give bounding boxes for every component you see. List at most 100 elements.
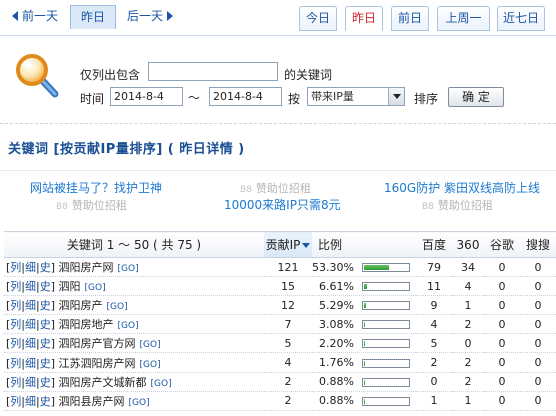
list-link[interactable]: 列 [10,337,21,350]
sogou-cell: 0 [520,352,556,373]
col-ratio-label: 比例 [318,238,343,252]
360-cell: 1 [452,295,484,316]
ratio-bar [362,301,410,311]
next-day-link[interactable]: 后一天 [127,6,174,28]
tab-yesterday[interactable]: 昨日 [345,6,383,31]
ratio-bar-fill [364,398,365,404]
col-sogou-header[interactable]: 搜搜 [520,231,556,258]
history-link[interactable]: 史 [40,261,51,274]
go-link[interactable]: [GO] [107,302,128,312]
confirm-button[interactable]: 确 定 [448,87,504,107]
go-link[interactable]: [GO] [151,379,172,389]
history-link[interactable]: 史 [40,395,51,408]
history-link[interactable]: 史 [40,376,51,389]
ad-placeholder-2-text: 赞助位招租 [71,199,127,212]
go-link[interactable]: [GO] [140,340,161,350]
ratio-bar-fill [364,341,365,347]
detail-link[interactable]: 细 [25,261,36,274]
tab-last-week[interactable]: 上周一 [437,6,490,31]
google-cell: 0 [484,295,520,316]
ratio-bar-fill [364,360,365,366]
col-360-header[interactable]: 360 [452,231,484,258]
keyword-table-body: [列|细|史] 泗阳房产网 [GO] 121 53.30% 79 34 0 0 [列|细|史] … [4,257,556,411]
history-link[interactable]: 史 [40,318,51,331]
keyword-text: 江苏泗阳房产网 [58,356,136,370]
list-link[interactable]: 列 [10,261,21,274]
baidu-cell: 79 [416,257,452,278]
ip-cell: 2 [264,391,312,411]
list-link[interactable]: 列 [10,299,21,312]
list-link[interactable]: 列 [10,280,21,293]
360-cell: 34 [452,257,484,278]
ad-strip: 网站被挂马了？找护卫神 B8 赞助位招租 160G防护 紫田双线高防上线 B8 赞助… [0,170,556,216]
ratio-cell: 3.08% [312,314,416,335]
ratio-cell: 5.29% [312,295,416,316]
ratio-text: 5.29% [319,298,354,312]
col-sogou-label: 搜搜 [525,238,550,252]
tab-day-before[interactable]: 前日 [391,6,429,31]
col-ip-header[interactable]: 贡献IP [264,231,312,258]
keyword-cell: [列|细|史] 泗阳县房产网 [GO] [4,391,264,411]
history-link[interactable]: 史 [40,357,51,370]
baidu-cell: 11 [416,276,452,297]
history-link[interactable]: 史 [40,299,51,312]
list-link[interactable]: 列 [10,395,21,408]
keyword-filter-input[interactable] [148,62,278,81]
360-cell: 0 [452,333,484,354]
ratio-bar-fill [364,303,366,309]
table-row: [列|细|史] 泗阳县房产网 [GO] 2 0.88% 1 1 0 0 [4,391,556,411]
right-triangle-icon [167,11,174,21]
ratio-bar-fill [364,322,365,328]
list-link[interactable]: 列 [10,357,21,370]
ratio-bar [362,339,410,349]
magnifier-icon [16,54,59,98]
ratio-bar [362,358,410,368]
detail-link[interactable]: 细 [25,280,36,293]
col-ratio-header[interactable]: 比例 [312,231,416,258]
col-google-header[interactable]: 谷歌 [484,231,520,258]
ratio-cell: 1.76% [312,352,416,373]
date-to-input[interactable] [209,87,282,106]
detail-link[interactable]: 细 [25,318,36,331]
ratio-text: 53.30% [312,260,354,274]
col-360-label: 360 [456,237,480,252]
ad-placeholder-1[interactable]: B8 赞助位招租 [240,180,311,196]
google-cell: 0 [484,257,520,278]
ratio-bar [362,320,410,330]
detail-link[interactable]: 细 [25,376,36,389]
chevron-down-icon[interactable] [388,88,404,105]
sogou-cell: 0 [520,276,556,297]
go-link[interactable]: [GO] [118,264,139,274]
history-link[interactable]: 史 [40,280,51,293]
keyword-text: 泗阳县房产网 [58,394,125,408]
tab-last-7-days[interactable]: 近七日 [497,6,545,31]
go-link[interactable]: [GO] [140,360,161,370]
history-link[interactable]: 史 [40,337,51,350]
ad-placeholder-2[interactable]: B8 赞助位招租 [56,197,127,213]
detail-link[interactable]: 细 [25,337,36,350]
go-link[interactable]: [GO] [118,321,139,331]
detail-link[interactable]: 细 [25,357,36,370]
prev-day-link[interactable]: 前一天 [12,6,58,28]
current-day-tab[interactable]: 昨日 [70,5,116,29]
sort-select[interactable]: 带来IP量 [307,87,405,106]
ad-link-1[interactable]: 网站被挂马了？找护卫神 [30,179,162,196]
detail-link[interactable]: 细 [25,395,36,408]
list-link[interactable]: 列 [10,318,21,331]
tab-today[interactable]: 今日 [299,6,337,31]
ad-placeholder-3[interactable]: B8 赞助位招租 [422,197,493,213]
ad-link-2[interactable]: 160G防护 紫田双线高防上线 [384,179,540,196]
go-link[interactable]: [GO] [129,398,150,408]
go-link[interactable]: [GO] [85,283,106,293]
sogou-cell: 0 [520,333,556,354]
sogou-cell: 0 [520,257,556,278]
baidu-cell: 9 [416,295,452,316]
ad-link-3[interactable]: 10000来路IP只需8元 [224,196,341,213]
google-cell: 0 [484,352,520,373]
date-from-input[interactable] [110,87,183,106]
ratio-text: 2.20% [319,336,354,350]
detail-link[interactable]: 细 [25,299,36,312]
col-baidu-header[interactable]: 百度 [416,231,452,258]
list-link[interactable]: 列 [10,376,21,389]
col-keyword-header[interactable]: 关键词 1 ～ 50 ( 共 75 ) [4,231,264,258]
